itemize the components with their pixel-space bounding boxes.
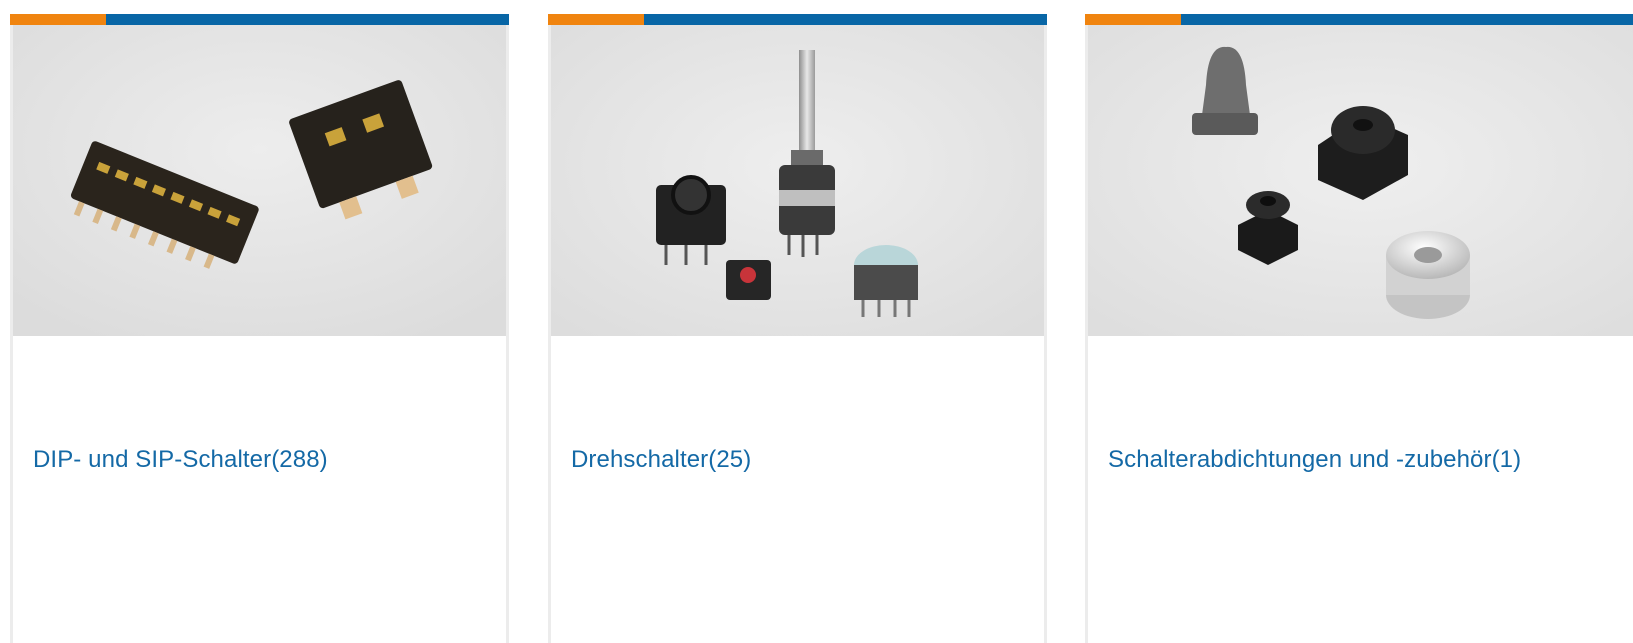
category-link-dip-sip[interactable]: DIP- und SIP-Schalter(288) <box>33 446 328 474</box>
category-name: Drehschalter <box>571 446 709 473</box>
category-count: (25) <box>708 446 752 473</box>
category-count: (288) <box>271 446 328 473</box>
category-link-drehschalter[interactable]: Drehschalter(25) <box>571 446 751 474</box>
switch-seal-accessory-photo[interactable] <box>1088 25 1633 336</box>
accent-blue <box>644 14 1047 25</box>
accent-orange <box>10 14 106 25</box>
accent-orange <box>1085 14 1181 25</box>
category-card-drehschalter[interactable]: Drehschalter(25) <box>548 14 1047 643</box>
dip-sip-switch-photo[interactable] <box>13 25 506 336</box>
card-accent-bar <box>548 14 1047 25</box>
accent-orange <box>548 14 644 25</box>
category-card-schalterabdichtungen[interactable]: Schalterabdichtungen und -zubehör(1) <box>1085 14 1633 643</box>
card-accent-bar <box>1085 14 1633 25</box>
rotary-switch-photo[interactable] <box>551 25 1044 336</box>
accent-blue <box>1181 14 1633 25</box>
accent-blue <box>106 14 509 25</box>
card-accent-bar <box>10 14 509 25</box>
category-count: (1) <box>1491 446 1522 473</box>
category-name: Schalterabdichtungen und -zubehör <box>1108 446 1492 473</box>
category-link-schalterabdichtungen[interactable]: Schalterabdichtungen und -zubehör(1) <box>1108 446 1521 474</box>
category-name: DIP- und SIP-Schalter <box>33 446 272 473</box>
category-card-dip-sip[interactable]: DIP- und SIP-Schalter(288) <box>10 14 509 643</box>
